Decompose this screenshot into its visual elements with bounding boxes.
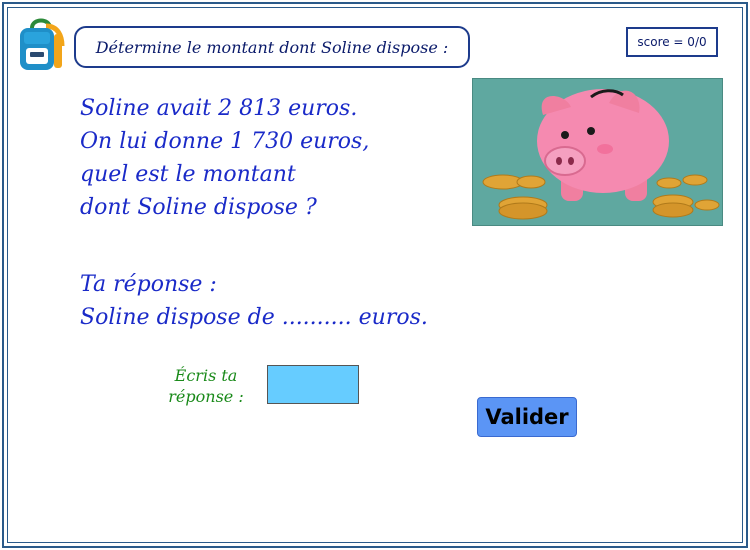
piggy-bank-illustration bbox=[472, 78, 723, 226]
score-badge: score = 0/0 bbox=[626, 27, 718, 57]
problem-line: Soline avait 2 813 euros. bbox=[80, 96, 358, 121]
instruction-title: Détermine le montant dont Soline dispose… bbox=[74, 26, 470, 68]
answer-prompt: Ta réponse : Soline dispose de .........… bbox=[80, 268, 428, 334]
answer-input-label: Écris ta réponse : bbox=[160, 365, 252, 407]
input-label-line: Écris ta bbox=[174, 366, 238, 385]
answer-input[interactable] bbox=[267, 365, 359, 404]
answer-line: Ta réponse : bbox=[80, 272, 217, 297]
problem-line: On lui donne 1 730 euros, bbox=[80, 129, 370, 154]
problem-line: quel est le montant bbox=[80, 162, 296, 187]
answer-line: Soline dispose de .......... euros. bbox=[80, 305, 428, 330]
input-label-line: réponse : bbox=[168, 387, 244, 406]
validate-button[interactable]: Valider bbox=[477, 397, 577, 437]
problem-line: dont Soline dispose ? bbox=[80, 195, 317, 220]
backpack-icon bbox=[20, 18, 65, 70]
problem-statement: Soline avait 2 813 euros. On lui donne 1… bbox=[80, 92, 369, 224]
